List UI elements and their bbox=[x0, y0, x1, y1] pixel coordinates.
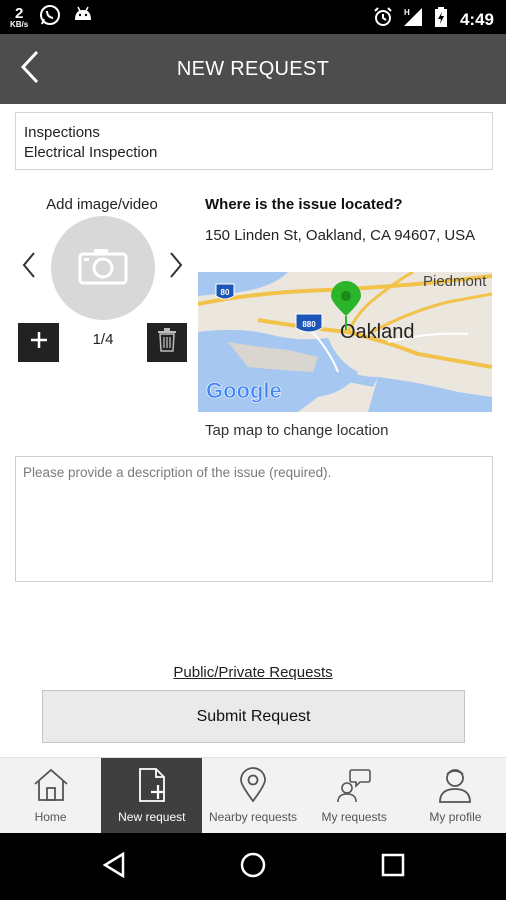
back-triangle-icon bbox=[101, 851, 127, 884]
tab-home[interactable]: Home bbox=[0, 758, 101, 833]
clock: 4:49 bbox=[459, 9, 494, 29]
plus-icon bbox=[29, 330, 49, 355]
location-heading: Where is the issue located? bbox=[205, 196, 403, 213]
interstate-880-shield: 880 bbox=[295, 313, 323, 333]
page-title: NEW REQUEST bbox=[176, 58, 330, 80]
bottom-tab-bar: Home New request Nearby requests My requ… bbox=[0, 757, 506, 833]
public-private-requests-link[interactable]: Public/Private Requests bbox=[0, 664, 506, 681]
camera-icon bbox=[78, 247, 128, 290]
chevron-left-icon bbox=[21, 251, 37, 284]
location-address: 150 Linden St, Oakland, CA 94607, USA bbox=[205, 227, 476, 244]
previous-media-button[interactable] bbox=[18, 250, 40, 284]
network-speed-unit: KB/s bbox=[10, 20, 29, 29]
tab-label: Home bbox=[34, 810, 67, 824]
tab-label: My requests bbox=[321, 810, 387, 824]
nav-recents-button[interactable] bbox=[373, 847, 413, 887]
nav-home-button[interactable] bbox=[233, 847, 273, 887]
whatsapp-icon bbox=[38, 3, 62, 32]
map-label-piedmont: Piedmont bbox=[423, 273, 487, 290]
battery-charging-icon bbox=[434, 6, 448, 33]
home-circle-icon bbox=[239, 851, 267, 884]
location-map[interactable]: 80 880 Piedmont Oakland Google bbox=[198, 272, 492, 412]
tab-nearby-requests[interactable]: Nearby requests bbox=[202, 758, 303, 833]
request-category[interactable]: Inspections Electrical Inspection bbox=[15, 112, 493, 170]
description-input[interactable] bbox=[15, 456, 493, 582]
submit-request-button[interactable]: Submit Request bbox=[42, 690, 465, 743]
svg-text:880: 880 bbox=[302, 320, 316, 329]
tab-label: My profile bbox=[429, 810, 482, 824]
tab-my-profile[interactable]: My profile bbox=[405, 758, 506, 833]
status-bar: 2 KB/s H 4:49 bbox=[0, 0, 506, 34]
tab-my-requests[interactable]: My requests bbox=[304, 758, 405, 833]
recents-square-icon bbox=[380, 852, 406, 883]
signal-h-icon: H bbox=[402, 6, 426, 33]
svg-text:80: 80 bbox=[221, 288, 230, 297]
subcategory-name: Electrical Inspection bbox=[24, 144, 158, 161]
tab-new-request[interactable]: New request bbox=[101, 758, 203, 833]
map-label-oakland: Oakland bbox=[340, 321, 415, 343]
chevron-right-icon bbox=[168, 251, 184, 284]
add-media-label: Add image/video bbox=[46, 196, 158, 213]
alarm-icon bbox=[372, 6, 394, 33]
system-nav-bar bbox=[0, 833, 506, 900]
svg-text:H: H bbox=[404, 8, 410, 17]
android-icon bbox=[72, 4, 94, 31]
network-speed: 2 KB/s bbox=[10, 6, 28, 29]
home-icon bbox=[33, 766, 69, 804]
next-media-button[interactable] bbox=[165, 250, 187, 284]
new-document-icon bbox=[134, 766, 170, 804]
title-bar: NEW REQUEST bbox=[0, 34, 506, 104]
tab-label: Nearby requests bbox=[208, 810, 298, 824]
tab-label: New request bbox=[118, 810, 186, 824]
person-icon bbox=[438, 766, 472, 804]
network-speed-value: 2 bbox=[14, 5, 24, 22]
media-preview[interactable] bbox=[51, 216, 155, 320]
delete-media-button[interactable] bbox=[147, 323, 187, 362]
nav-back-button[interactable] bbox=[94, 847, 134, 887]
location-pin-icon bbox=[239, 766, 267, 804]
trash-icon bbox=[157, 328, 177, 357]
person-chat-icon bbox=[336, 766, 372, 804]
media-counter: 1/4 bbox=[92, 331, 114, 348]
add-media-button[interactable] bbox=[18, 323, 59, 362]
google-logo: Google bbox=[206, 378, 282, 403]
category-name: Inspections bbox=[24, 124, 100, 141]
map-hint: Tap map to change location bbox=[205, 422, 389, 439]
interstate-80-shield: 80 bbox=[215, 283, 235, 300]
